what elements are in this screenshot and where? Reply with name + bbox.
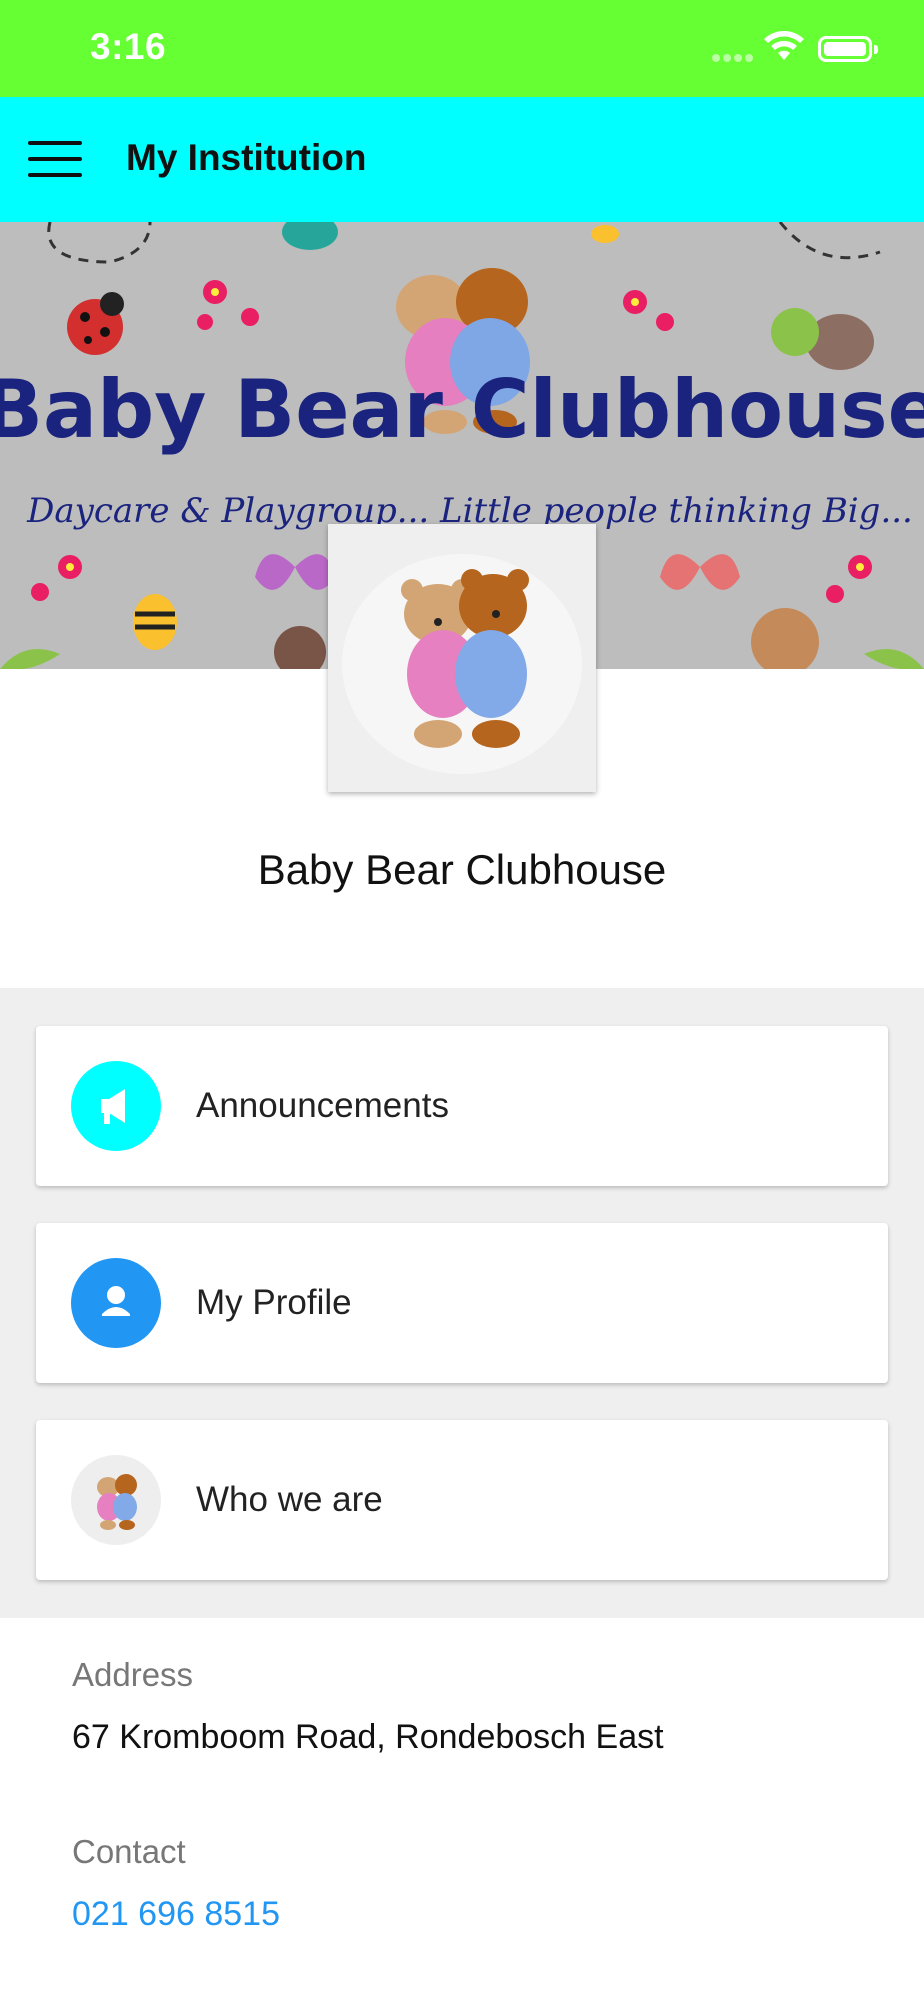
teddy-bears-logo-icon xyxy=(342,554,582,774)
address-label: Address xyxy=(72,1656,194,1693)
announcements-label: Announcements xyxy=(196,1086,449,1125)
address-value: 67 Kromboom Road, Rondebosch East xyxy=(72,1718,664,1756)
banner-title: Baby Bear Clubhouse xyxy=(0,363,924,456)
person-icon xyxy=(71,1258,161,1348)
status-time: 3:16 xyxy=(90,26,167,67)
institution-logo xyxy=(328,524,596,792)
wifi-icon xyxy=(764,31,804,60)
contact-phone-link[interactable]: 021 696 8515 xyxy=(72,1895,280,1934)
cellular-signal-icon xyxy=(712,52,756,62)
contact-label: Contact xyxy=(72,1833,186,1870)
app-title: My Institution xyxy=(126,137,367,178)
battery-icon xyxy=(818,36,878,62)
menu-section: Announcements My Profile Who we are xyxy=(0,988,924,1618)
who-we-are-card[interactable]: Who we are xyxy=(36,1420,888,1580)
hamburger-menu-icon[interactable] xyxy=(28,141,82,177)
ladybug-icon xyxy=(67,292,124,355)
megaphone-icon xyxy=(71,1061,161,1151)
announcements-card[interactable]: Announcements xyxy=(36,1026,888,1186)
status-bar: 3:16 xyxy=(0,0,924,97)
teddy-bears-icon xyxy=(71,1455,161,1545)
institution-name: Baby Bear Clubhouse xyxy=(257,846,667,893)
my-profile-label: My Profile xyxy=(196,1283,352,1322)
my-profile-card[interactable]: My Profile xyxy=(36,1223,888,1383)
app-bar: My Institution xyxy=(0,97,924,222)
who-we-are-label: Who we are xyxy=(196,1480,383,1519)
